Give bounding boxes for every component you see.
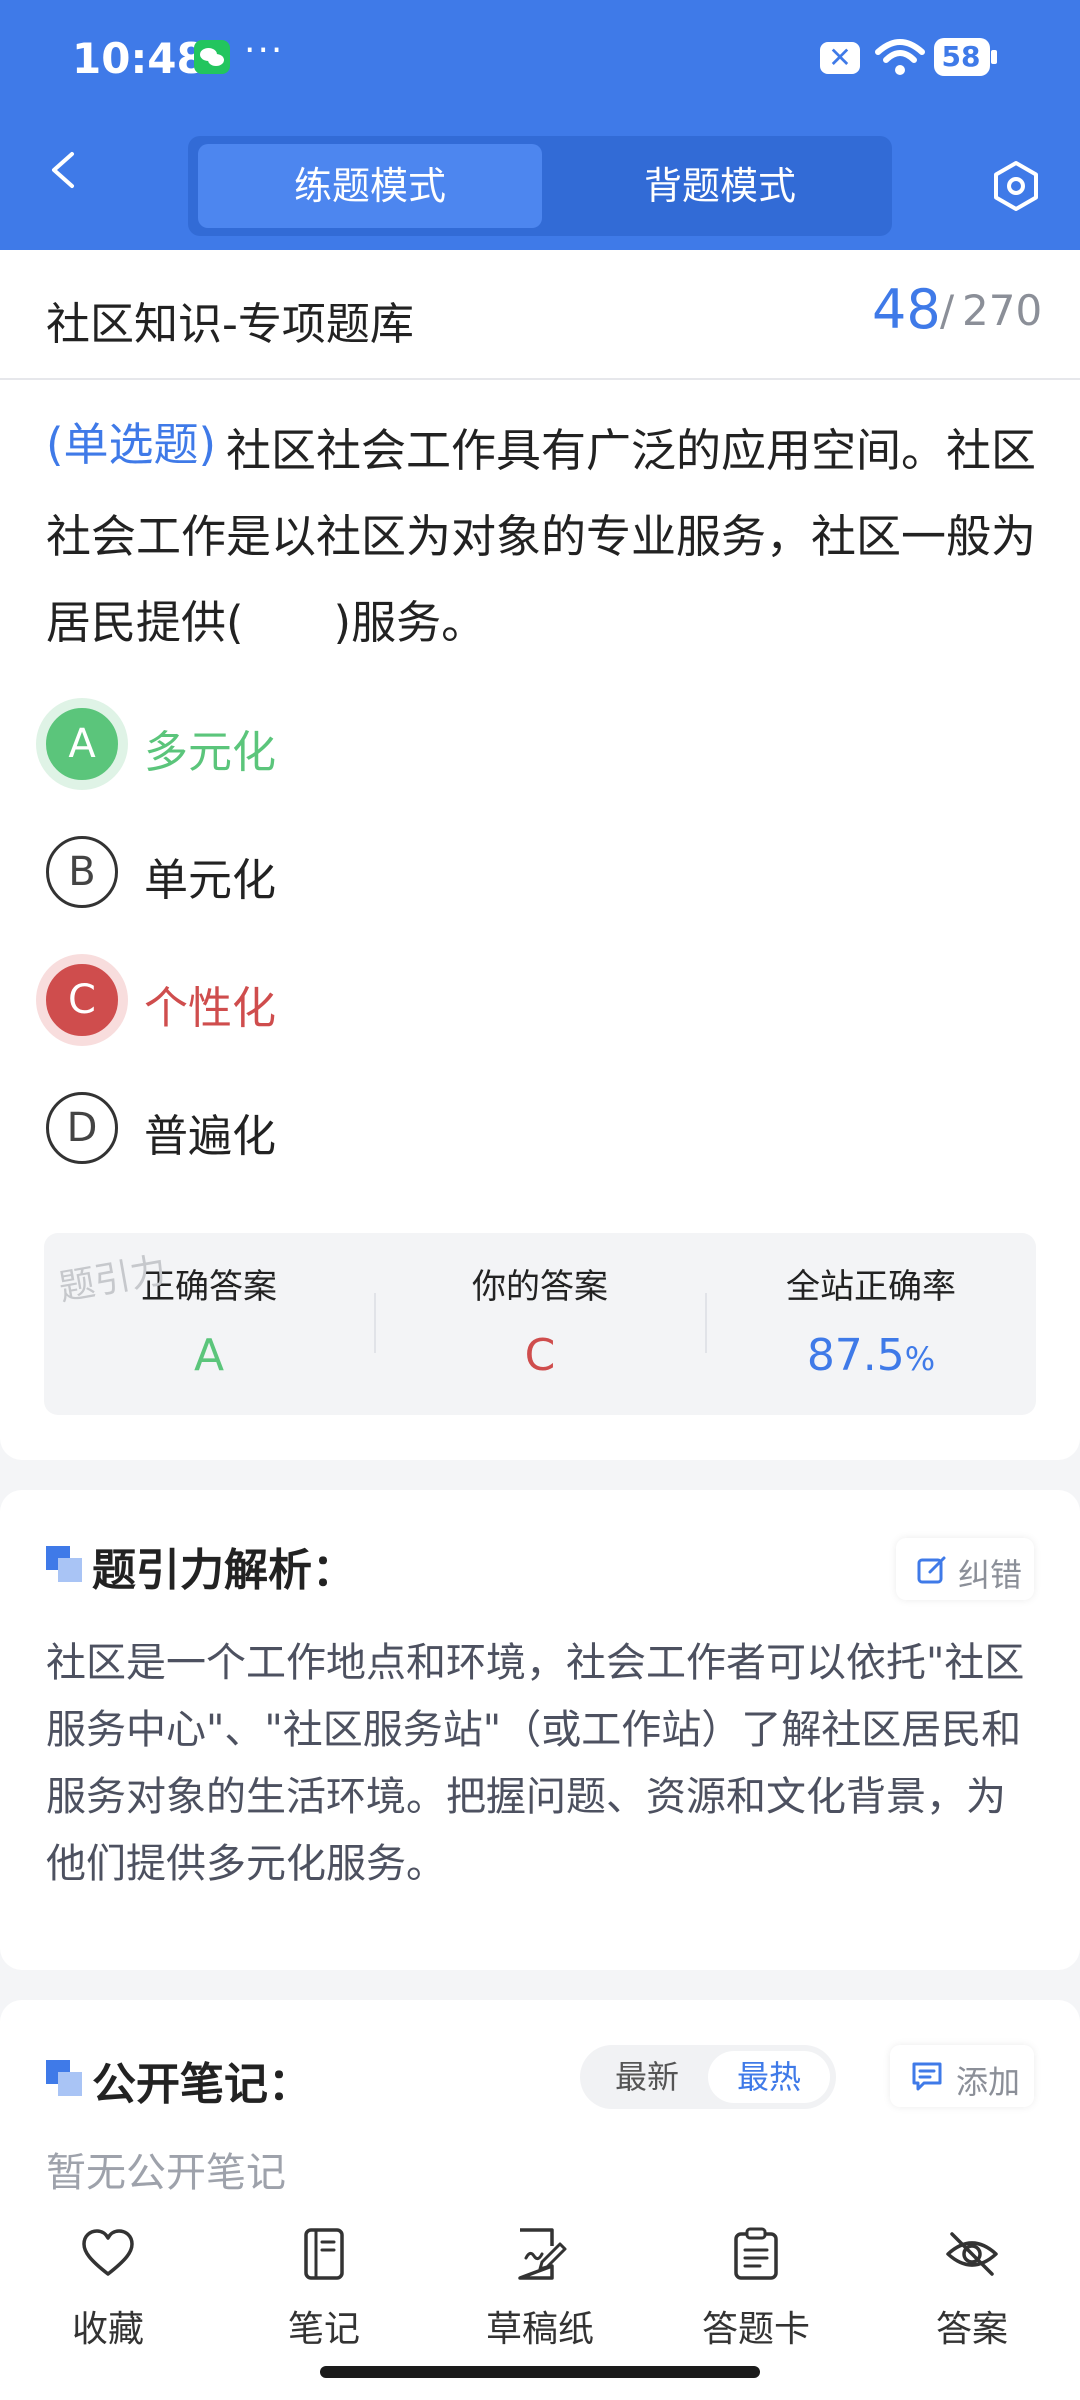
answer-card-icon — [734, 2227, 778, 2280]
notes-label: 笔记 — [287, 2309, 360, 2350]
wifi-icon — [875, 39, 925, 75]
edit-icon — [917, 1556, 946, 1584]
mode-switch: 练题模式 背题模式 — [188, 136, 892, 236]
heart-icon — [82, 2229, 134, 2276]
eye-off-icon — [946, 2232, 998, 2276]
battery-level: 58 — [941, 40, 981, 73]
tab-review-mode[interactable]: 背题模式 — [548, 144, 892, 228]
hexagon-settings-icon[interactable] — [990, 160, 1042, 212]
app-header: 10:48 ··· ✕ 58 练题模式 背题模式 — [0, 0, 1080, 250]
sort-hot-button[interactable]: 最热 — [708, 2051, 830, 2103]
option-a-letter: A — [46, 708, 118, 780]
option-c-letter: C — [46, 964, 118, 1036]
report-error-button[interactable]: 纠错 — [896, 1538, 1034, 1600]
progress-current: 48 — [872, 278, 941, 341]
your-answer-value: C — [524, 1330, 556, 1381]
option-d-letter: D — [46, 1092, 118, 1164]
chevron-left-icon[interactable] — [44, 150, 84, 190]
option-b[interactable]: B 单元化 — [46, 836, 846, 926]
correct-rate-value: 87.5% — [706, 1330, 1036, 1381]
answer-card-button[interactable]: 答题卡 — [666, 2226, 846, 2352]
option-a[interactable]: A 多元化 — [46, 708, 846, 798]
your-answer-label: 你的答案 — [472, 1267, 608, 1307]
summary-yours: 你的答案 C — [375, 1259, 705, 1381]
favorite-label: 收藏 — [71, 2309, 144, 2350]
summary-rate: 全站正确率 87.5% — [706, 1259, 1036, 1381]
tab-practice-mode[interactable]: 练题模式 — [198, 144, 542, 228]
draft-paper-button[interactable]: 草稿纸 — [450, 2226, 630, 2352]
show-answer-button[interactable]: 答案 — [882, 2226, 1062, 2352]
question-text: 社区社会工作具有广泛的应用空间。社区社会工作是以社区为对象的专业服务，社区一般为… — [46, 424, 1037, 649]
option-c[interactable]: C 个性化 — [46, 964, 846, 1054]
correct-rate-label: 全站正确率 — [786, 1267, 956, 1307]
favorite-button[interactable]: 收藏 — [18, 2226, 198, 2352]
option-d-text: 普遍化 — [144, 1111, 276, 1162]
progress-separator: / — [940, 286, 955, 335]
option-a-text: 多元化 — [144, 727, 276, 778]
analysis-text: 社区是一个工作地点和环境，社会工作者可以依托"社区服务中心"、"社区服务站"（或… — [46, 1640, 1025, 1887]
option-d[interactable]: D 普遍化 — [46, 1092, 846, 1182]
sort-latest-button[interactable]: 最新 — [586, 2051, 708, 2103]
option-c-text: 个性化 — [144, 983, 276, 1034]
page-title: 社区知识-专项题库 — [46, 299, 414, 350]
more-icon: ··· — [244, 30, 285, 71]
correct-rate-unit: % — [904, 1340, 936, 1378]
notes-sort-toggle: 最新 最热 — [580, 2045, 836, 2109]
section-square-icon — [46, 1546, 82, 1582]
draft-paper-label: 草稿纸 — [485, 2309, 594, 2350]
add-note-label: 添加 — [956, 2063, 1021, 2101]
progress-total: 270 — [962, 286, 1043, 335]
correct-answer-value: A — [193, 1330, 225, 1381]
comment-add-icon — [912, 2062, 942, 2091]
wechat-icon — [194, 40, 230, 74]
option-b-text: 单元化 — [144, 855, 276, 906]
answer-summary: 正确答案 A 你的答案 C 全站正确率 87.5% — [44, 1233, 1036, 1415]
answer-card-label: 答题卡 — [701, 2309, 810, 2350]
add-note-button[interactable]: 添加 — [890, 2045, 1034, 2107]
battery-icon: 58 — [934, 38, 998, 76]
analysis-title: 题引力解析： — [92, 1545, 356, 1596]
analysis-card: 题引力解析： 纠错 社区是一个工作地点和环境，社会工作者可以依托"社区服务中心"… — [0, 1490, 1080, 1970]
section-square-icon — [46, 2060, 82, 2096]
title-bar: 社区知识-专项题库 48 / 270 — [0, 250, 1080, 380]
sim-off-icon: ✕ — [820, 42, 860, 74]
notes-button[interactable]: 笔记 — [234, 2226, 414, 2352]
status-time: 10:48 — [72, 34, 206, 83]
report-error-label: 纠错 — [958, 1556, 1023, 1594]
notebook-icon — [304, 2228, 344, 2280]
show-answer-label: 答案 — [935, 2309, 1008, 2350]
option-b-letter: B — [46, 836, 118, 908]
correct-rate-number: 87.5 — [806, 1330, 905, 1381]
notes-title: 公开笔记： — [92, 2059, 312, 2110]
home-indicator[interactable] — [320, 2366, 760, 2378]
empty-notes-text: 暂无公开笔记 — [46, 2150, 286, 2196]
draft-paper-icon — [518, 2228, 567, 2280]
